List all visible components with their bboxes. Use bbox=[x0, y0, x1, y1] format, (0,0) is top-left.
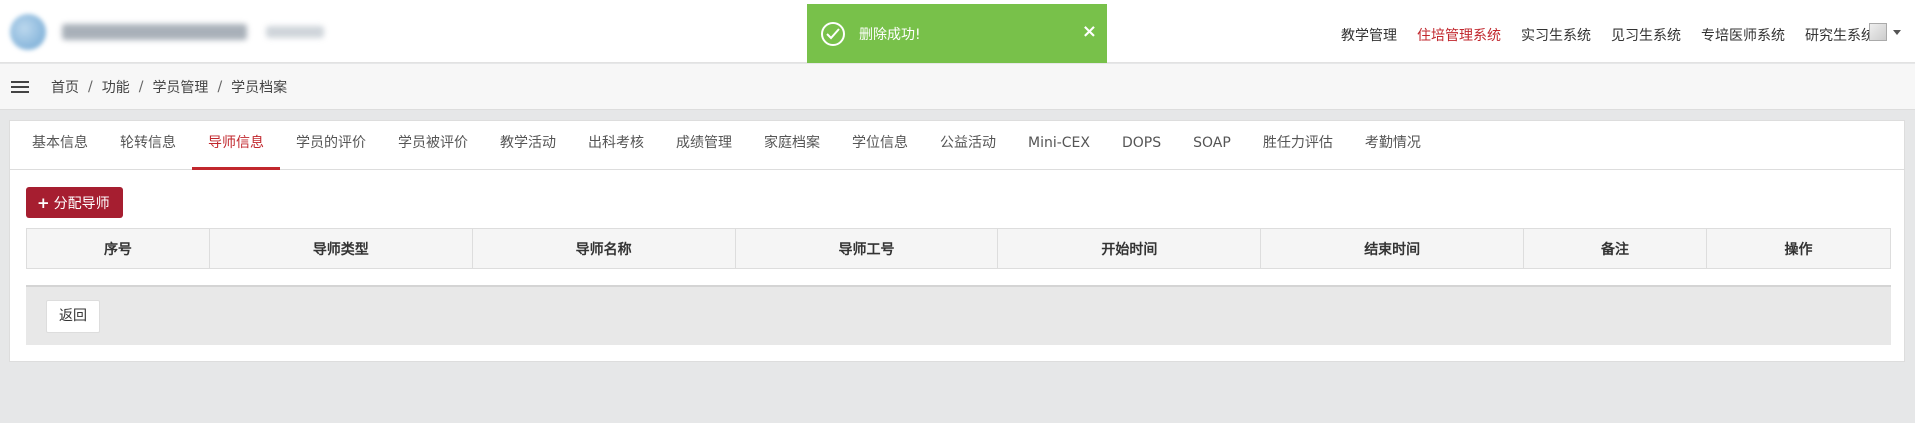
success-toast: 删除成功! × bbox=[807, 4, 1107, 63]
breadcrumb-bar: 首页 / 功能 / 学员管理 / 学员档案 bbox=[0, 64, 1915, 110]
tab-department-exam[interactable]: 出科考核 bbox=[572, 120, 660, 169]
nav-item-graduate[interactable]: 研究生系统 bbox=[1805, 25, 1875, 45]
tab-mentor-info[interactable]: 导师信息 bbox=[192, 120, 280, 170]
nav-item-intern[interactable]: 实习生系统 bbox=[1521, 25, 1591, 45]
mentor-table: 序号 导师类型 导师名称 导师工号 开始时间 结束时间 备注 操作 bbox=[26, 228, 1891, 269]
breadcrumb-functions[interactable]: 功能 bbox=[102, 77, 130, 97]
column-header-start-time: 开始时间 bbox=[997, 228, 1262, 269]
plus-icon: + bbox=[37, 193, 50, 212]
column-header-mentor-id: 导师工号 bbox=[734, 228, 999, 269]
toast-message: 删除成功! bbox=[859, 26, 921, 43]
table-header-row: 序号 导师类型 导师名称 导师工号 开始时间 结束时间 备注 操作 bbox=[26, 228, 1891, 269]
tab-degree-info[interactable]: 学位信息 bbox=[836, 120, 924, 169]
avatar bbox=[1869, 23, 1887, 41]
tab-bar: 基本信息 轮转信息 导师信息 学员的评价 学员被评价 教学活动 出科考核 成绩管… bbox=[10, 121, 1904, 170]
assign-mentor-label: 分配导师 bbox=[53, 195, 110, 212]
check-circle-icon bbox=[821, 21, 845, 46]
back-button[interactable]: 返回 bbox=[46, 300, 100, 333]
logo-subtitle-blurred bbox=[266, 26, 324, 38]
column-header-end-time: 结束时间 bbox=[1260, 228, 1525, 269]
tab-dops[interactable]: DOPS bbox=[1106, 120, 1177, 169]
nav-item-teaching[interactable]: 教学管理 bbox=[1341, 25, 1397, 45]
breadcrumb-separator: / bbox=[88, 78, 93, 95]
tab-student-evaluations[interactable]: 学员的评价 bbox=[280, 120, 382, 169]
hamburger-menu-icon[interactable] bbox=[11, 78, 29, 96]
tab-rotation-info[interactable]: 轮转信息 bbox=[104, 120, 192, 169]
column-header-mentor-type: 导师类型 bbox=[208, 228, 473, 269]
column-header-index: 序号 bbox=[26, 228, 210, 269]
breadcrumb-student-management[interactable]: 学员管理 bbox=[152, 77, 208, 97]
logo-title-blurred bbox=[62, 24, 247, 40]
column-header-actions: 操作 bbox=[1706, 228, 1891, 269]
caret-down-icon bbox=[1893, 29, 1901, 35]
close-icon[interactable]: × bbox=[1082, 22, 1097, 42]
tab-student-evaluated[interactable]: 学员被评价 bbox=[382, 120, 484, 169]
nav-item-specialist[interactable]: 专培医师系统 bbox=[1701, 25, 1785, 45]
tab-attendance[interactable]: 考勤情况 bbox=[1349, 120, 1437, 169]
breadcrumb: 首页 / 功能 / 学员管理 / 学员档案 bbox=[51, 77, 287, 97]
tab-teaching-activities[interactable]: 教学活动 bbox=[484, 120, 572, 169]
tab-mini-cex[interactable]: Mini-CEX bbox=[1012, 120, 1106, 169]
breadcrumb-student-archive: 学员档案 bbox=[231, 79, 288, 96]
tab-grades[interactable]: 成绩管理 bbox=[660, 120, 748, 169]
form-footer: 返回 bbox=[26, 285, 1891, 345]
tab-family-archive[interactable]: 家庭档案 bbox=[748, 120, 836, 169]
logo bbox=[10, 14, 46, 50]
tab-competency[interactable]: 胜任力评估 bbox=[1247, 120, 1349, 169]
user-menu[interactable] bbox=[1869, 23, 1901, 41]
main-panel: 基本信息 轮转信息 导师信息 学员的评价 学员被评价 教学活动 出科考核 成绩管… bbox=[9, 120, 1905, 362]
tab-public-welfare[interactable]: 公益活动 bbox=[924, 120, 1012, 169]
breadcrumb-separator: / bbox=[217, 78, 223, 95]
nav-item-trainee[interactable]: 见习生系统 bbox=[1611, 25, 1681, 45]
breadcrumb-separator: / bbox=[138, 78, 144, 95]
breadcrumb-home[interactable]: 首页 bbox=[51, 77, 79, 97]
column-header-remarks: 备注 bbox=[1523, 228, 1707, 269]
nav-item-residency[interactable]: 住培管理系统 bbox=[1417, 25, 1501, 45]
tab-soap[interactable]: SOAP bbox=[1177, 120, 1247, 169]
top-nav: 教学管理 住培管理系统 实习生系统 见习生系统 专培医师系统 研究生系统 bbox=[1321, 0, 1875, 70]
assign-mentor-button[interactable]: + 分配导师 bbox=[26, 187, 123, 218]
tab-basic-info[interactable]: 基本信息 bbox=[16, 120, 104, 169]
column-header-mentor-name: 导师名称 bbox=[471, 228, 736, 269]
